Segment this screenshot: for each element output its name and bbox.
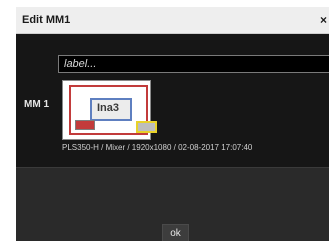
thumbnail-center-text: Ina3 xyxy=(97,102,120,114)
dialog-title: Edit MM1 xyxy=(22,14,71,26)
layout-thumbnail[interactable]: Ina3 xyxy=(62,80,157,140)
ok-button[interactable]: ok xyxy=(162,224,189,241)
close-icon[interactable]: × xyxy=(320,12,329,28)
label-input[interactable] xyxy=(58,55,329,73)
edit-dialog: Edit MM1 × MM 1 Ina3 PLS350-H / Mixer / … xyxy=(16,7,329,241)
device-info-text: PLS350-H / Mixer / 1920x1080 / 02-08-201… xyxy=(62,143,253,152)
thumbnail-center-window: Ina3 xyxy=(90,98,132,121)
thumbnail-red-window xyxy=(75,120,95,130)
divider xyxy=(16,167,329,168)
thumbnail-red-frame: Ina3 xyxy=(69,85,157,135)
thumbnail-yellow-window xyxy=(136,121,157,133)
dialog-titlebar: Edit MM1 × xyxy=(16,7,329,34)
multiviewer-label: MM 1 xyxy=(24,99,49,110)
